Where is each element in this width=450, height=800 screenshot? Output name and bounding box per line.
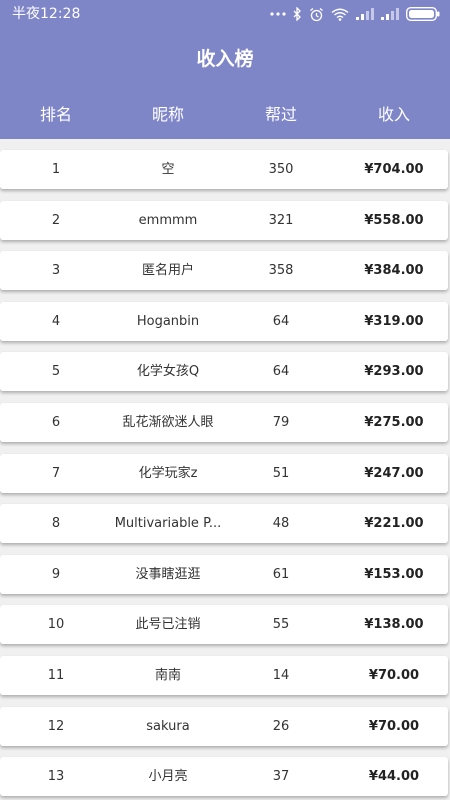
helped-count-cell: 37: [272, 769, 290, 785]
helped-count-cell: 321: [268, 212, 294, 228]
nickname-cell: Multivariable P...: [114, 516, 222, 532]
nickname-cell: 南南: [154, 668, 182, 683]
helped-count-cell: 51: [272, 465, 290, 481]
ranking-row[interactable]: 7 化学玩家z 51 ¥247.00: [0, 453, 448, 493]
helped-count-cell: 61: [272, 566, 290, 582]
ranking-row[interactable]: 11 南南 14 ¥70.00: [0, 656, 448, 695]
ranking-row[interactable]: 2 emmmm 321 ¥558.00: [0, 200, 448, 240]
rank-cell: 13: [47, 769, 65, 785]
income-cell: ¥558.00: [364, 212, 424, 228]
nickname-cell: 没事瞎逛逛: [135, 566, 201, 582]
nickname-cell: emmmm: [138, 212, 198, 228]
rank-cell: 5: [51, 364, 61, 380]
rank-cell: 10: [47, 617, 65, 633]
rank-cell: 12: [47, 718, 65, 734]
status-icons: [270, 4, 440, 24]
ranking-row[interactable]: 10 此号已注销 55 ¥138.00: [0, 605, 448, 645]
nickname-cell: 空: [161, 162, 175, 177]
nickname-cell: 此号已注销: [135, 617, 201, 633]
helped-count-cell: 55: [272, 617, 290, 633]
ranking-row[interactable]: 6 乱花渐欲迷人眼 79 ¥275.00: [0, 403, 448, 442]
column-header-nickname: 昵称: [151, 105, 185, 124]
more-dots-icon: [270, 11, 286, 17]
ranking-row[interactable]: 13 小月亮 37 ¥44.00: [0, 757, 448, 797]
helped-count-cell: 26: [272, 718, 290, 734]
rank-cell: 7: [51, 465, 61, 481]
ranking-row[interactable]: 5 化学女孩Q 64 ¥293.00: [0, 352, 448, 392]
column-header-rank: 排名: [39, 105, 73, 124]
rank-cell: 4: [51, 313, 61, 329]
helped-count-cell: 64: [272, 364, 290, 380]
income-cell: ¥153.00: [364, 566, 424, 582]
rank-cell: 2: [51, 212, 61, 228]
battery-icon: [406, 7, 440, 21]
rank-cell: 11: [47, 668, 65, 683]
ranking-row[interactable]: 9 没事瞎逛逛 61 ¥153.00: [0, 554, 448, 594]
bluetooth-icon: [293, 7, 302, 21]
page-title: 收入榜: [196, 48, 254, 70]
income-cell: ¥704.00: [364, 162, 424, 177]
column-header-income: 收入: [377, 105, 411, 124]
app-header: 半夜12:28 收入榜 排名 昵称 帮过 收入: [0, 0, 450, 139]
ranking-row[interactable]: 1 空 350 ¥704.00: [0, 150, 448, 189]
signal-icon: [381, 8, 399, 20]
column-header-helped: 帮过: [264, 105, 298, 124]
rank-cell: 3: [51, 263, 61, 279]
income-cell: ¥138.00: [364, 617, 424, 633]
rank-cell: 1: [51, 162, 61, 177]
helped-count-cell: 350: [268, 162, 294, 177]
ranking-row[interactable]: 3 匿名用户 358 ¥384.00: [0, 251, 448, 291]
income-cell: ¥384.00: [364, 263, 424, 279]
nickname-cell: 乱花渐欲迷人眼: [122, 415, 214, 430]
rank-cell: 9: [51, 566, 61, 582]
nickname-cell: 化学女孩Q: [136, 364, 200, 380]
ranking-row[interactable]: 4 Hoganbin 64 ¥319.00: [0, 301, 448, 341]
rank-cell: 8: [51, 516, 61, 532]
income-cell: ¥44.00: [368, 769, 420, 785]
nickname-cell: sakura: [146, 718, 190, 734]
signal-icon: [356, 8, 374, 20]
income-cell: ¥319.00: [364, 313, 424, 329]
status-bar: 半夜12:28: [0, 0, 450, 28]
income-cell: ¥70.00: [368, 718, 420, 734]
ranking-row[interactable]: 8 Multivariable P... 48 ¥221.00: [0, 504, 448, 544]
income-cell: ¥293.00: [364, 364, 424, 380]
alarm-icon: [309, 7, 324, 22]
nickname-cell: 化学玩家z: [138, 465, 198, 481]
status-time: 半夜12:28: [12, 6, 81, 22]
wifi-icon: [331, 8, 349, 21]
nickname-cell: Hoganbin: [136, 313, 200, 329]
income-cell: ¥70.00: [368, 668, 420, 683]
nickname-cell: 匿名用户: [141, 263, 195, 279]
nickname-cell: 小月亮: [148, 769, 188, 785]
helped-count-cell: 48: [272, 516, 290, 532]
rank-cell: 6: [51, 415, 61, 430]
income-cell: ¥247.00: [364, 465, 424, 481]
helped-count-cell: 358: [268, 263, 294, 279]
helped-count-cell: 79: [272, 415, 290, 430]
income-cell: ¥221.00: [364, 516, 424, 532]
column-headers: 排名 昵称 帮过 收入: [0, 103, 450, 127]
ranking-row[interactable]: 12 sakura 26 ¥70.00: [0, 706, 448, 746]
helped-count-cell: 14: [272, 668, 290, 683]
helped-count-cell: 64: [272, 313, 290, 329]
income-cell: ¥275.00: [364, 415, 424, 430]
